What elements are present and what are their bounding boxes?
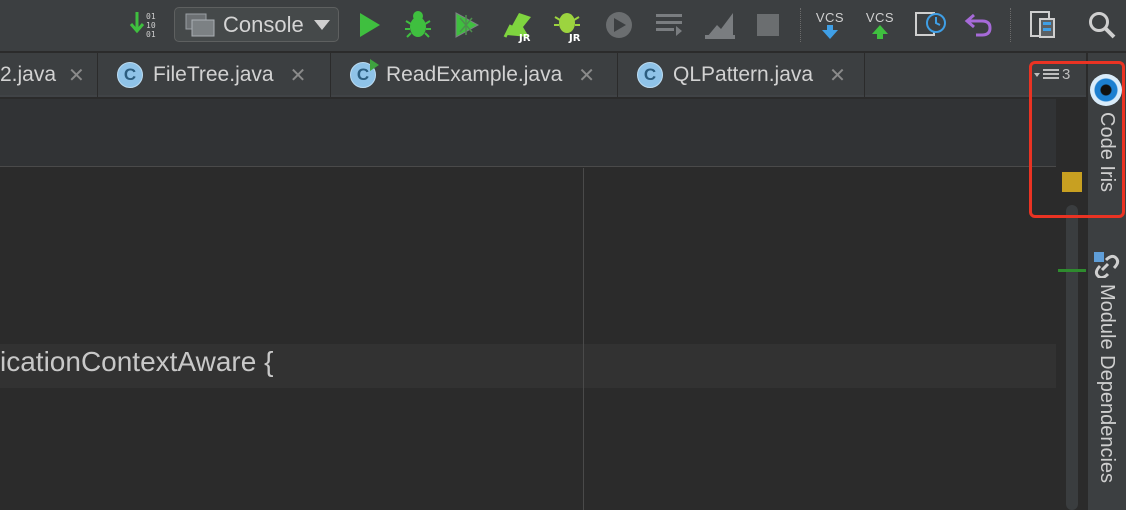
code-line[interactable]: icationContextAware { [0,346,273,378]
vcs-commit-button[interactable]: VCS [862,6,898,44]
vcs-commit-label: VCS [865,9,895,25]
binary-sort-icon[interactable]: 01 10 01 [128,6,162,44]
tab-label: FileTree.java [153,63,274,86]
change-marker[interactable] [1058,269,1086,272]
project-structure-icon[interactable] [1024,6,1060,44]
editor-tab-bar: 2.java ✕ C FileTree.java ✕ C ReadExample… [0,53,1086,97]
tasks-icon[interactable] [652,6,686,44]
arrow-down-icon [822,24,838,39]
close-icon[interactable]: ✕ [68,63,85,88]
vcs-update-label: VCS [815,9,845,25]
tab-label: QLPattern.java [673,63,814,86]
class-icon: C [117,62,143,88]
navigation-bar [0,99,1086,167]
arrow-up-icon [872,24,888,39]
highlight-box [1029,61,1125,218]
main-toolbar: 01 10 01 Console JR JR VCS VCS [0,0,1126,52]
svg-text:01: 01 [146,30,156,39]
search-icon[interactable] [1084,6,1120,44]
vcs-update-button[interactable]: VCS [812,6,848,44]
console-icon [185,13,215,36]
toolbar-separator [1010,8,1011,42]
stop-circle-icon[interactable] [602,6,636,44]
chevron-down-icon [314,19,330,30]
close-icon[interactable]: ✕ [829,63,846,88]
module-dependencies-icon[interactable] [1094,252,1120,278]
close-icon[interactable]: ✕ [290,63,307,88]
tab-filetree-java[interactable]: C FileTree.java ✕ [99,53,331,97]
close-icon[interactable]: ✕ [578,63,595,88]
tab-2-java[interactable]: 2.java ✕ [0,53,98,97]
revert-icon[interactable] [962,6,996,44]
stop-icon[interactable] [752,6,784,44]
vertical-scrollbar[interactable] [1066,205,1078,510]
history-icon[interactable] [912,6,948,44]
runnable-class-icon: C [350,59,379,88]
profiler-icon[interactable] [702,6,738,44]
module-dependencies-tool-button[interactable]: Module Dependencies [1095,284,1118,483]
svg-text:01: 01 [146,12,156,21]
svg-text:10: 10 [146,21,156,30]
right-margin-guide [583,168,584,510]
run-configuration-dropdown[interactable]: Console [174,7,339,42]
class-icon: C [637,62,663,88]
run-icon[interactable] [352,6,386,44]
svg-text:JR: JR [518,33,531,43]
jrebel-run-icon[interactable]: JR [500,6,538,44]
svg-text:JR: JR [568,33,581,43]
jrebel-debug-icon[interactable]: JR [550,6,588,44]
run-configuration-label: Console [223,11,304,37]
tab-label: 2.java [0,63,57,86]
toolbar-separator [800,8,801,42]
tab-label: ReadExample.java [386,63,563,86]
debug-icon[interactable] [400,6,436,44]
code-editor[interactable] [0,168,1086,510]
coverage-icon[interactable] [450,6,484,44]
tab-qlpattern-java[interactable]: C QLPattern.java ✕ [619,53,865,97]
tab-readexample-java[interactable]: C ReadExample.java ✕ [332,53,618,97]
